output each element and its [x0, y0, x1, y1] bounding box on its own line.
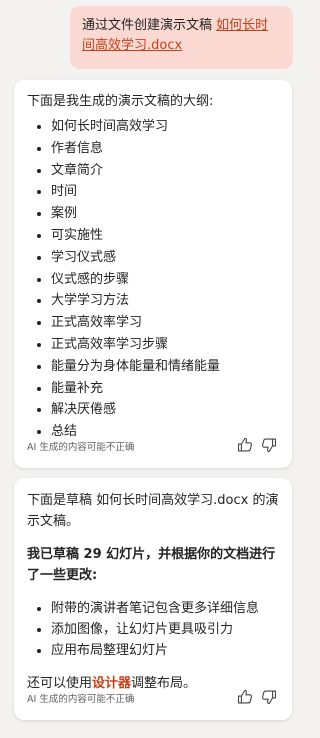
user-message-text: 通过文件创建演示文稿 — [82, 18, 213, 33]
ai-disclaimer: AI 生成的内容可能不正确 — [27, 694, 135, 705]
chat-pane: 通过文件创建演示文稿 如何长时间高效学习.docx 下面是我生成的演示文稿的大纲… — [0, 0, 303, 738]
outline-item: 大学学习方法 — [51, 290, 280, 312]
draft-response-card: 下面是草稿 如何长时间高效学习.docx 的演示文稿。 我已草稿 29 幻灯片，… — [14, 478, 292, 720]
outline-item: 能量补充 — [51, 378, 280, 400]
outline-intro: 下面是我生成的演示文稿的大纲: — [27, 94, 214, 109]
outline-item: 可实施性 — [51, 225, 280, 247]
thumbs-up-icon[interactable] — [236, 436, 254, 454]
outline-item: 仪式感的步骤 — [51, 269, 280, 291]
change-item: 附带的演讲者笔记包含更多详细信息 — [51, 598, 280, 619]
outline-item: 学习仪式感 — [51, 247, 280, 269]
change-item: 应用布局整理幻灯片 — [51, 640, 280, 661]
outline-list: 如何长时间高效学习 作者信息 文章简介 时间 案例 可实施性 学习仪式感 仪式感… — [27, 116, 280, 443]
thumbs-up-icon[interactable] — [236, 688, 254, 706]
outline-item: 能量分为身体能量和情绪能量 — [51, 356, 280, 378]
outline-item: 时间 — [51, 181, 280, 203]
outline-item: 案例 — [51, 203, 280, 225]
ai-disclaimer: AI 生成的内容可能不正确 — [27, 442, 135, 453]
outline-card-footer: AI 生成的内容可能不正确 — [27, 436, 280, 456]
thumbs-down-icon[interactable] — [260, 436, 278, 454]
draft-changes-heading: 我已草稿 29 幻灯片，并根据你的文档进行了一些更改: — [27, 547, 276, 583]
outline-item: 文章简介 — [51, 160, 280, 182]
outline-response-card: 下面是我生成的演示文稿的大纲: 如何长时间高效学习 作者信息 文章简介 时间 案… — [14, 80, 292, 468]
outline-item: 作者信息 — [51, 138, 280, 160]
outline-item: 正式高效率学习步骤 — [51, 334, 280, 356]
changes-list: 附带的演讲者笔记包含更多详细信息 添加图像，让幻灯片更具吸引力 应用布局整理幻灯… — [27, 598, 280, 661]
change-item: 添加图像，让幻灯片更具吸引力 — [51, 619, 280, 640]
outline-item: 如何长时间高效学习 — [51, 116, 280, 138]
thumbs-down-icon[interactable] — [260, 688, 278, 706]
draft-summary: 下面是草稿 如何长时间高效学习.docx 的演示文稿。 — [27, 493, 279, 529]
outline-item: 正式高效率学习 — [51, 312, 280, 334]
outline-item: 解决厌倦感 — [51, 399, 280, 421]
draft-card-footer: AI 生成的内容可能不正确 — [27, 688, 280, 708]
user-message-bubble: 通过文件创建演示文稿 如何长时间高效学习.docx — [70, 6, 293, 69]
